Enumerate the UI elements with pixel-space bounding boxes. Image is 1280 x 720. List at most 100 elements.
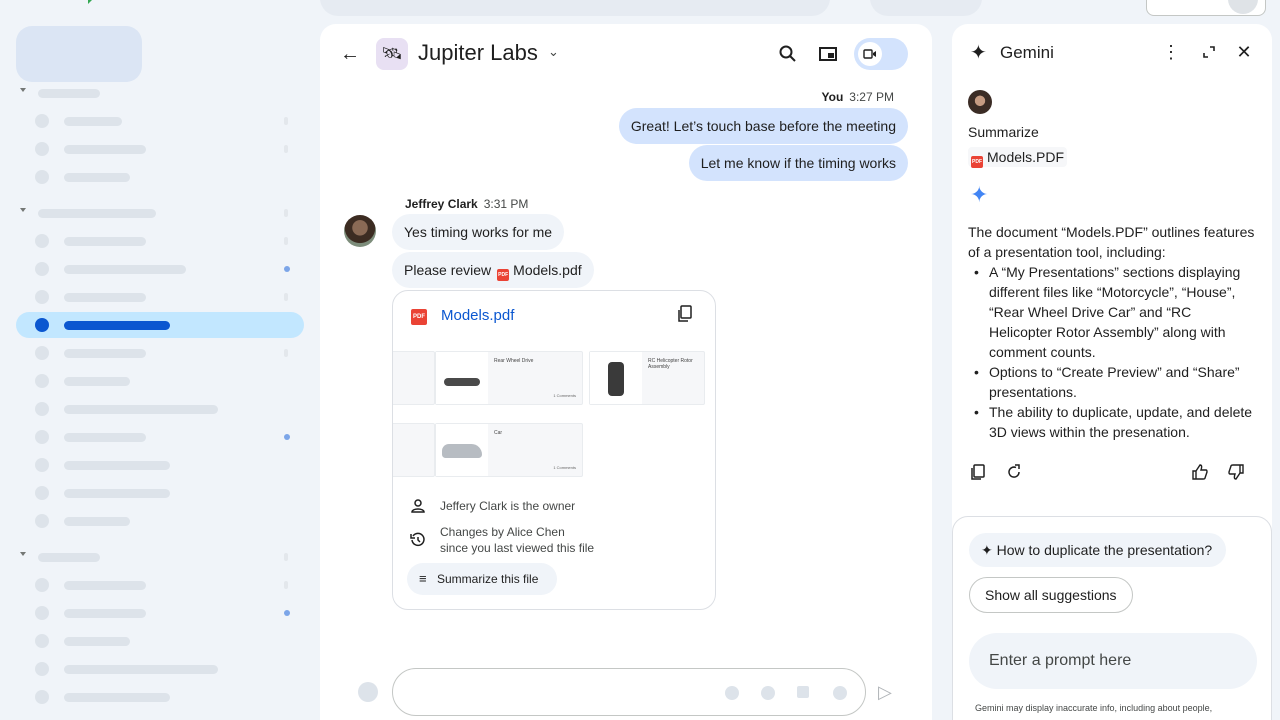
- file-title[interactable]: Models.pdf: [441, 307, 514, 324]
- message-input[interactable]: [392, 668, 866, 716]
- add-button[interactable]: [358, 682, 378, 702]
- back-arrow-icon[interactable]: ←: [338, 42, 362, 66]
- space-avatar-placeholder: [35, 402, 49, 416]
- pip-icon[interactable]: [816, 42, 840, 66]
- item-label-placeholder: [64, 693, 170, 702]
- sidebar-item[interactable]: [16, 284, 304, 310]
- sidebar-item[interactable]: [16, 108, 304, 134]
- chevron-down-icon[interactable]: ⌄: [548, 44, 559, 60]
- space-avatar-placeholder: [35, 514, 49, 528]
- message-bubble-in[interactable]: Please review PDF Models.pdf: [392, 252, 594, 288]
- panel-title: Gemini: [1000, 43, 1054, 62]
- section-label-placeholder: [38, 89, 100, 98]
- sidebar: [0, 18, 320, 720]
- message-meta-you: You 3:27 PM: [821, 90, 894, 104]
- space-title[interactable]: Jupiter Labs: [418, 40, 538, 66]
- sidebar-item-selected[interactable]: [16, 312, 304, 338]
- section-label-placeholder: [38, 209, 156, 218]
- gif-icon[interactable]: [761, 686, 775, 700]
- copy-icon[interactable]: [968, 462, 988, 482]
- item-marker: [284, 237, 288, 245]
- item-marker: [284, 581, 288, 589]
- space-avatar-placeholder: [35, 290, 49, 304]
- chat-panel: ← 🛰 Jupiter Labs ⌄ You 3:27 PM Great! Let…: [320, 24, 932, 720]
- chevron-down-icon[interactable]: [20, 208, 26, 212]
- file-preview-card[interactable]: PDF Models.pdf Rear Wheel Drive 1 Commen…: [392, 290, 716, 610]
- chevron-down-icon[interactable]: [20, 552, 26, 556]
- sidebar-item[interactable]: [16, 368, 304, 394]
- sidebar-item[interactable]: [16, 396, 304, 422]
- summarize-icon: ≡: [419, 571, 427, 586]
- sidebar-item[interactable]: [16, 256, 304, 282]
- sidebar-item[interactable]: [16, 572, 304, 598]
- person-icon: [411, 499, 425, 513]
- space-avatar-placeholder: [35, 578, 49, 592]
- search-icon[interactable]: [776, 42, 800, 66]
- message-bubble-in[interactable]: Yes timing works for me: [392, 214, 565, 250]
- suggestion-chip[interactable]: ✦ How to duplicate the presentation?: [969, 533, 1227, 567]
- suggestion-text: How to duplicate the presentation?: [996, 542, 1213, 558]
- chevron-down-icon[interactable]: [20, 88, 26, 92]
- chat-header: ← 🛰 Jupiter Labs ⌄: [320, 24, 932, 86]
- attachment-link[interactable]: Models.pdf: [513, 262, 581, 278]
- thumbnail[interactable]: Car 1 Comments: [435, 423, 583, 477]
- sidebar-item[interactable]: [16, 452, 304, 478]
- unread-dot: [284, 610, 290, 616]
- suggestions-panel: ✦ How to duplicate the presentation? Sho…: [952, 516, 1272, 720]
- sidebar-item[interactable]: [16, 228, 304, 254]
- sidebar-item[interactable]: [16, 684, 304, 710]
- thumbs-down-icon[interactable]: [1226, 462, 1246, 482]
- sidebar-item[interactable]: [16, 508, 304, 534]
- sidebar-section-header[interactable]: [16, 200, 304, 226]
- sidebar-item[interactable]: [16, 164, 304, 190]
- thumbnail[interactable]: [393, 423, 435, 477]
- copy-icon[interactable]: [677, 305, 693, 323]
- refresh-icon[interactable]: [1004, 462, 1024, 482]
- item-marker: [284, 293, 288, 301]
- sidebar-item[interactable]: [16, 628, 304, 654]
- item-label-placeholder: [64, 293, 146, 302]
- more-vert-icon[interactable]: ⋮: [1160, 41, 1182, 63]
- avatar[interactable]: [344, 215, 376, 247]
- sidebar-section-header[interactable]: [16, 544, 304, 570]
- sidebar-item[interactable]: [16, 340, 304, 366]
- pdf-icon: PDF: [971, 156, 983, 168]
- response-bullet: The ability to duplicate, update, and de…: [968, 402, 1258, 442]
- video-call-button[interactable]: [854, 38, 908, 70]
- thumbnail[interactable]: [393, 351, 435, 405]
- pdf-icon: PDF: [497, 269, 510, 281]
- sidebar-item[interactable]: [16, 136, 304, 162]
- item-label-placeholder: [64, 349, 146, 358]
- sidebar-item[interactable]: [16, 424, 304, 450]
- search-bar[interactable]: [320, 0, 830, 16]
- user-request: Summarize: [968, 124, 1039, 140]
- thumbnail[interactable]: RC Helicopter Rotor Assembly: [589, 351, 705, 405]
- item-marker: [284, 349, 288, 357]
- thumbs-up-icon[interactable]: [1190, 462, 1210, 482]
- prompt-input[interactable]: Enter a prompt here: [969, 633, 1257, 689]
- attach-icon[interactable]: [797, 686, 809, 698]
- sidebar-section-header[interactable]: [16, 80, 304, 106]
- request-file-name: Models.PDF: [987, 149, 1065, 165]
- space-avatar-placeholder: [35, 374, 49, 388]
- message-bubble-out[interactable]: Great! Let’s touch base before the meeti…: [618, 108, 908, 144]
- avatar: [968, 90, 992, 114]
- new-chat-button[interactable]: [16, 26, 142, 82]
- summarize-file-button[interactable]: ≡ Summarize this file: [407, 563, 557, 595]
- gemini-response: The document “Models.PDF” outlines featu…: [968, 222, 1258, 442]
- status-pill[interactable]: [870, 0, 982, 16]
- emoji-icon[interactable]: [725, 686, 739, 700]
- sidebar-item[interactable]: [16, 480, 304, 506]
- request-file-chip[interactable]: PDF Models.PDF: [968, 147, 1068, 168]
- response-list: A “My Presentations” sections displaying…: [968, 262, 1258, 442]
- message-bubble-out[interactable]: Let me know if the timing works: [688, 145, 908, 181]
- thumbnail[interactable]: Rear Wheel Drive 1 Comments: [435, 351, 583, 405]
- close-icon[interactable]: ✕: [1233, 41, 1255, 63]
- mic-icon[interactable]: [833, 686, 847, 700]
- show-all-suggestions-button[interactable]: Show all suggestions: [969, 577, 1133, 613]
- expand-icon[interactable]: [1198, 41, 1220, 63]
- send-icon[interactable]: ▷: [878, 681, 900, 703]
- history-icon: [410, 532, 425, 547]
- sidebar-item[interactable]: [16, 600, 304, 626]
- sidebar-item[interactable]: [16, 656, 304, 682]
